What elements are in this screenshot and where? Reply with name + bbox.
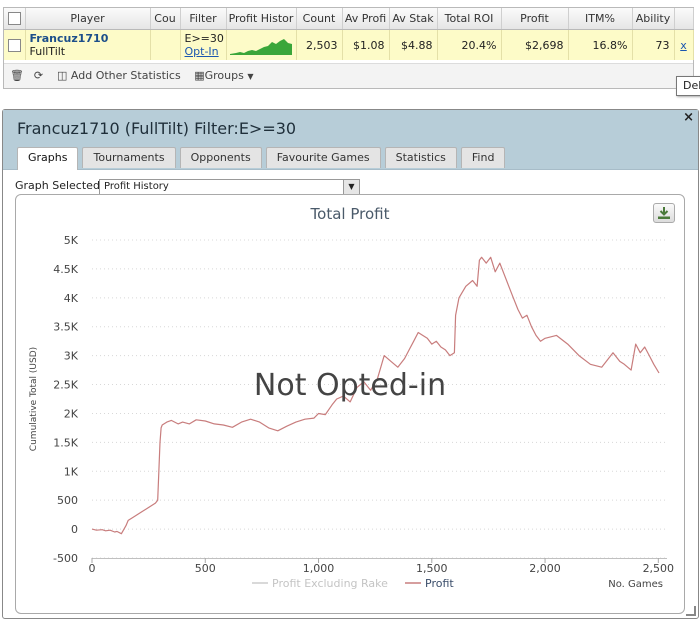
av-profit-cell: $1.08 (342, 29, 390, 60)
y-tick-label: 5K (64, 234, 79, 247)
x-tick-label: 2,500 (643, 562, 675, 575)
y-tick-label: 2.5K (53, 379, 78, 392)
x-tick-label: 500 (195, 562, 216, 575)
count-cell: 2,503 (296, 29, 343, 60)
chevron-down-icon[interactable]: ▼ (343, 180, 359, 194)
chart-title: Total Profit (310, 205, 390, 223)
close-icon[interactable]: × (683, 110, 694, 125)
add-stats-icon: ◫ (57, 69, 68, 82)
not-opted-in-watermark: Not Opted-in (254, 368, 446, 403)
graph-select-value: Profit History (104, 181, 169, 192)
row-checkbox[interactable] (8, 38, 21, 52)
profit-chart: Total Profit -500 0 500 1K 1.5K 2K 2.5K 3K 3.5K 4K… (29, 205, 675, 590)
table-row[interactable]: Francuz1710 FullTilt E>=30 Opt-In 2,503 … (4, 29, 694, 60)
col-header-ability[interactable]: Ability (632, 8, 675, 30)
country-cell (150, 29, 181, 60)
graph-select[interactable]: Profit History ▼ (99, 179, 360, 195)
sparkline-area (229, 38, 292, 55)
col-header-count[interactable]: Count (296, 8, 343, 30)
x-tick-label: 0 (89, 562, 96, 575)
dialog-title: Francuz1710 (FullTilt) Filter:E>=30 (17, 119, 297, 138)
y-tick-label: 1.5K (53, 436, 78, 449)
chevron-down-icon: ▼ (247, 72, 254, 81)
refresh-icon[interactable]: ⟳ (32, 64, 46, 88)
stats-table: Player Cou Filter Profit Histor Count Av… (4, 8, 694, 60)
player-cell[interactable]: Francuz1710 FullTilt (25, 29, 151, 60)
profit-sparkline (229, 38, 292, 55)
x-tick-label: 2,000 (529, 562, 561, 575)
legend-label-profit: Profit (425, 577, 454, 590)
y-tick-label: -500 (53, 552, 78, 565)
tab-graphs[interactable]: Graphs (17, 147, 79, 170)
y-tick-label: 2K (64, 407, 79, 420)
col-header-filter[interactable]: Filter (180, 8, 227, 30)
select-all-checkbox[interactable] (7, 12, 21, 26)
filter-cell: E>=30 Opt-In (180, 29, 227, 60)
col-header-profit[interactable]: Profit (501, 8, 569, 30)
tab-find[interactable]: Find (460, 147, 506, 168)
graph-selected-label: Graph Selected: (15, 179, 104, 192)
x-tick-label: 1,000 (303, 562, 335, 575)
tab-tournaments[interactable]: Tournaments (82, 147, 176, 168)
av-stake-cell: $4.88 (389, 29, 438, 60)
col-header-total-roi[interactable]: Total ROI (437, 8, 502, 30)
ability-cell: 73 (632, 29, 675, 60)
tab-statistics[interactable]: Statistics (384, 147, 457, 168)
download-icon (658, 207, 670, 219)
col-header-av-stake[interactable]: Av Stak (389, 8, 438, 30)
delete-row-link[interactable]: x (674, 29, 694, 60)
tab-favourite-games[interactable]: Favourite Games (265, 147, 381, 168)
player-name-link[interactable]: Francuz1710 (30, 32, 146, 45)
select-all-header[interactable] (4, 8, 26, 30)
total-roi-cell: 20.4% (437, 29, 502, 60)
y-tick-label: 1K (64, 465, 79, 478)
col-header-itm[interactable]: ITM% (568, 8, 633, 30)
dialog-header: Francuz1710 (FullTilt) Filter:E>=30 × Gr… (3, 110, 698, 170)
row-select-cell[interactable] (4, 29, 26, 60)
grid-toolbar: 🗑 ⟳ ◫ Add Other Statistics ▦Groups ▼ (4, 63, 693, 88)
profit-cell: $2,698 (501, 29, 569, 60)
tab-opponents[interactable]: Opponents (179, 147, 262, 168)
dialog-tabs: Graphs Tournaments Opponents Favourite G… (17, 147, 509, 170)
col-header-av-profit[interactable]: Av Profi (342, 8, 390, 30)
col-header-country[interactable]: Cou (150, 8, 181, 30)
y-tick-label: 4K (64, 292, 79, 305)
legend-label-excluding-rake: Profit Excluding Rake (272, 577, 388, 590)
groups-label: Groups (204, 69, 244, 82)
y-tick-label: 3K (64, 350, 79, 363)
x-axis-label: No. Games (608, 579, 663, 590)
col-header-profit-history[interactable]: Profit Histor (226, 8, 297, 30)
statistics-grid: Player Cou Filter Profit Histor Count Av… (3, 7, 694, 89)
download-chart-button[interactable] (653, 203, 675, 223)
col-header-delete (674, 8, 694, 30)
player-dialog: Francuz1710 (FullTilt) Filter:E>=30 × Gr… (2, 109, 699, 619)
y-tick-label: 500 (57, 494, 78, 507)
y-tick-label: 4.5K (53, 263, 78, 276)
filter-value: E>=30 (184, 32, 224, 45)
add-statistics-button[interactable]: ◫ Add Other Statistics (57, 64, 181, 88)
groups-icon: ▦ (194, 69, 205, 82)
y-tick-label: 3.5K (53, 321, 78, 334)
x-tick-label: 1,500 (416, 562, 448, 575)
player-site: FullTilt (29, 45, 66, 58)
profit-history-cell[interactable] (226, 29, 297, 60)
resize-handle[interactable] (686, 606, 696, 616)
opt-in-link[interactable]: Opt-In (185, 45, 222, 58)
groups-button[interactable]: ▦Groups ▼ (194, 64, 253, 89)
trash-icon[interactable]: 🗑 (10, 64, 24, 88)
itm-cell: 16.8% (568, 29, 633, 60)
delete-tooltip: Del (676, 76, 700, 96)
chart-panel: Total Profit -500 0 500 1K 1.5K 2K 2.5K 3K 3.5K 4K… (15, 194, 685, 614)
col-header-player[interactable]: Player (25, 8, 151, 30)
y-axis-label: Cumulative Total (USD) (29, 347, 39, 451)
y-tick-label: 0 (71, 523, 78, 536)
add-stats-label: Add Other Statistics (70, 69, 181, 82)
